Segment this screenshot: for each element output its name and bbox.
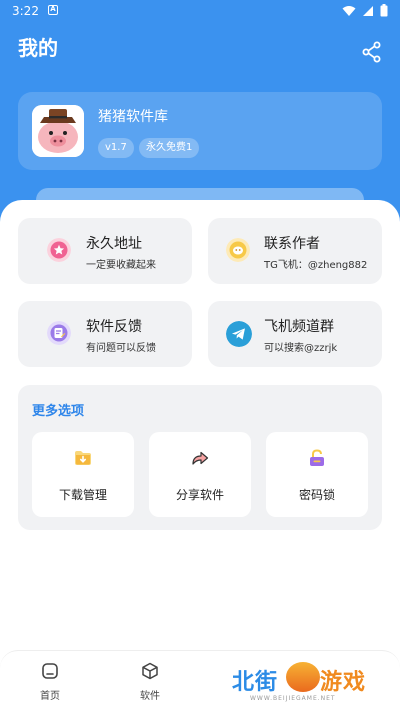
password-lock-button[interactable]: 密码锁 <box>266 432 368 517</box>
watermark-text: 游戏 <box>320 670 367 695</box>
face-icon <box>226 238 250 262</box>
tile-telegram-channel[interactable]: 飞机频道群 可以搜索@zzrjk <box>208 301 382 367</box>
tile-title: 飞机频道群 <box>264 319 334 335</box>
box-icon <box>142 662 158 680</box>
tile-permanent-address[interactable]: 永久地址 一定要收藏起来 <box>18 218 192 284</box>
watermark-logo: 北街 游戏 WWW.BEIJIEGAME.NET <box>228 660 388 706</box>
free-badge: 永久免费1 <box>139 138 200 158</box>
tile-subtitle: 可以搜索@zzrjk <box>264 343 338 354</box>
option-label: 下载管理 <box>58 488 107 502</box>
tile-subtitle: 一定要收藏起来 <box>86 260 156 271</box>
tile-contact-author[interactable]: 联系作者 TG飞机：@zheng882 <box>208 218 382 284</box>
nav-item-home[interactable]: 首页 <box>20 659 80 702</box>
option-label: 分享软件 <box>175 488 224 502</box>
version-badge: v1.7 <box>98 138 134 158</box>
nav-item-software[interactable]: 软件 <box>120 659 180 702</box>
telegram-icon <box>226 321 252 347</box>
watermark-emblem-icon <box>286 662 320 692</box>
pig-avatar-icon <box>32 105 84 157</box>
nav-label: 首页 <box>40 691 60 702</box>
download-manager-button[interactable]: 下载管理 <box>32 432 134 517</box>
home-icon <box>42 663 58 679</box>
battery-icon <box>380 4 388 17</box>
app-name: 猪猪软件库 <box>98 109 168 125</box>
tile-feedback[interactable]: 软件反馈 有问题可以反馈 <box>18 301 192 367</box>
nav-label: 软件 <box>140 691 160 702</box>
feedback-icon <box>47 321 71 345</box>
app-info-card[interactable]: 猪猪软件库 v1.7 永久免费1 <box>18 92 382 170</box>
lock-icon <box>310 449 324 466</box>
more-options-title: 更多选项 <box>32 404 85 419</box>
page-title: 我的 <box>18 36 58 60</box>
notification-icon: A <box>48 5 58 15</box>
more-options-panel: 更多选项 下载管理 分享软件 密码锁 <box>18 385 382 530</box>
share-software-button[interactable]: 分享软件 <box>149 432 251 517</box>
status-time: 3:22 <box>12 4 39 18</box>
folder-download-icon <box>75 451 91 465</box>
tile-subtitle: 有问题可以反馈 <box>86 343 156 354</box>
share-icon[interactable] <box>360 40 384 64</box>
status-icons <box>342 4 388 17</box>
option-label: 密码锁 <box>298 488 335 502</box>
tile-subtitle: TG飞机：@zheng882 <box>264 260 368 271</box>
watermark-text: 北街 <box>232 670 279 695</box>
wifi-icon <box>342 5 356 16</box>
tile-title: 永久地址 <box>86 236 142 252</box>
main-content: 永久地址 一定要收藏起来 联系作者 TG飞机：@zheng882 软件反馈 有问… <box>0 200 400 660</box>
signal-icon <box>363 5 373 16</box>
share-arrow-icon <box>192 451 209 465</box>
watermark-url: WWW.BEIJIEGAME.NET <box>250 695 336 702</box>
tile-title: 联系作者 <box>264 236 320 252</box>
tile-title: 软件反馈 <box>86 319 142 335</box>
star-icon <box>47 238 71 262</box>
status-bar: 3:22 A <box>0 0 400 24</box>
